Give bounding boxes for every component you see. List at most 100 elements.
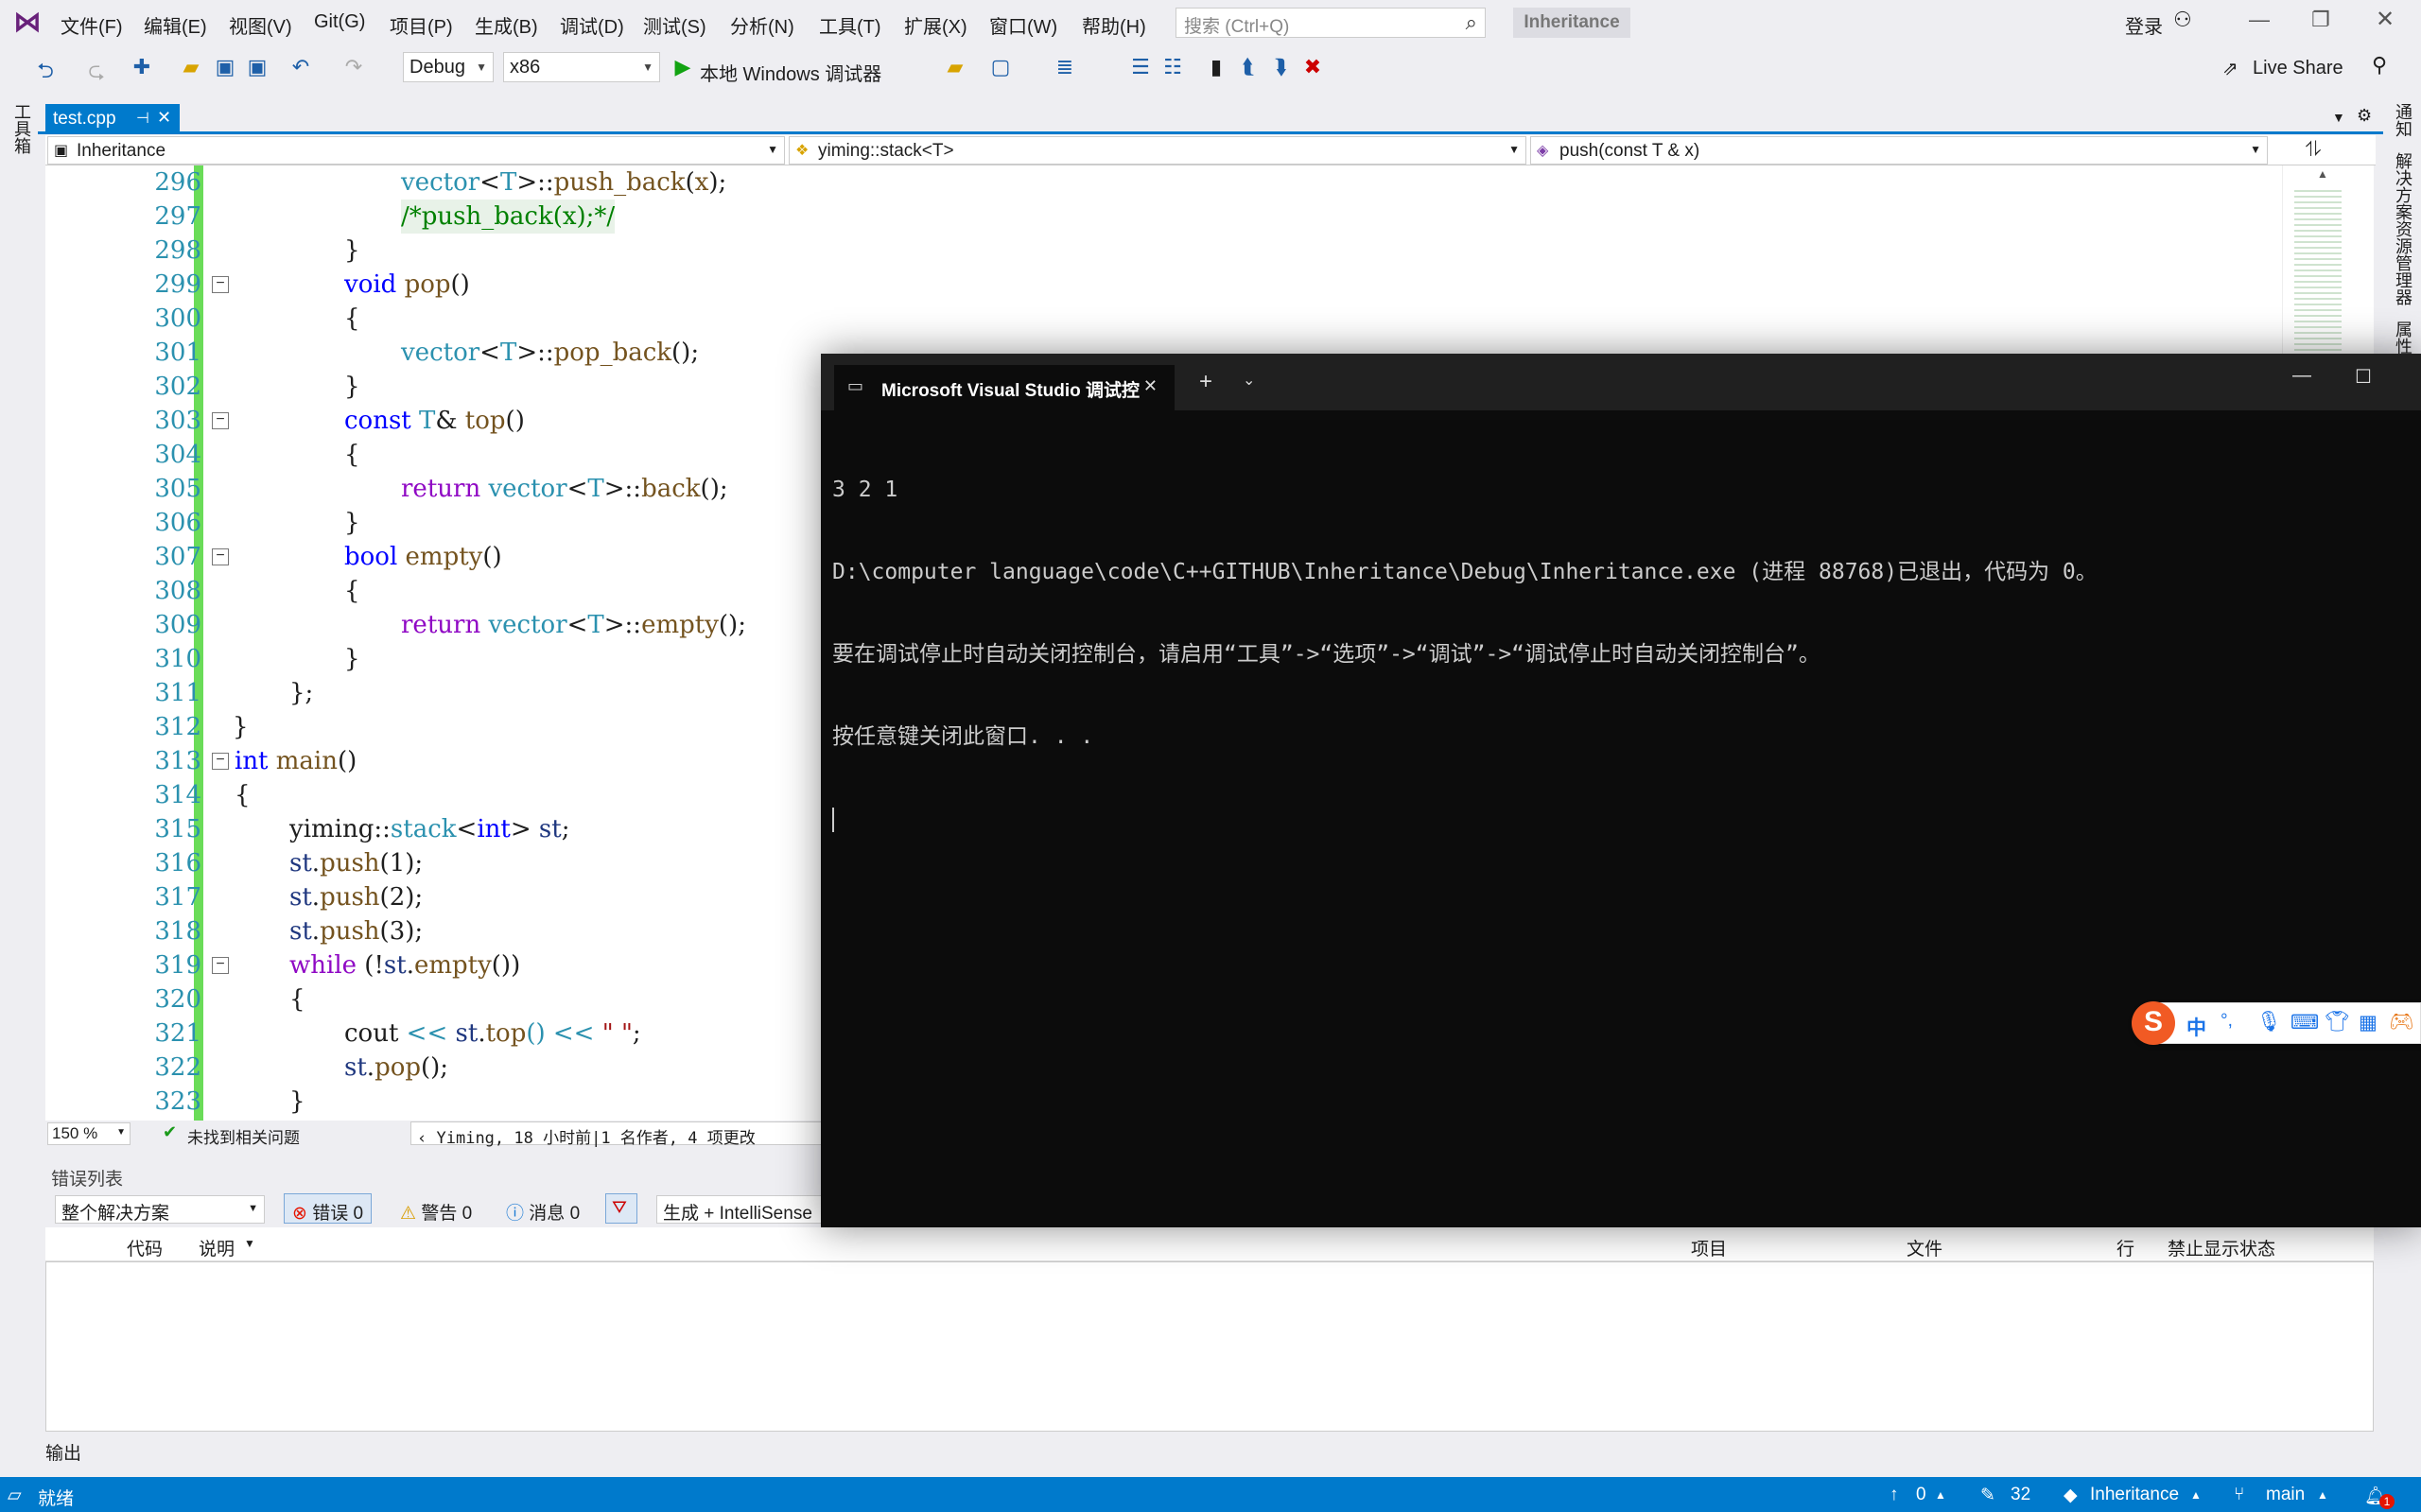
zoom-select[interactable]: 150 % ▼ bbox=[47, 1122, 131, 1145]
configuration-select[interactable]: Debug ▼ bbox=[403, 52, 494, 82]
tab-close-icon[interactable]: ✕ bbox=[157, 108, 171, 128]
vs-logo-icon[interactable]: ⋈ bbox=[13, 6, 42, 39]
menu-item[interactable]: 编辑(E) bbox=[144, 11, 207, 39]
undo-icon[interactable]: ↶ bbox=[287, 55, 314, 79]
tab-test-cpp[interactable]: test.cpp ⊣ ✕ bbox=[45, 104, 180, 134]
column-line[interactable]: 行 bbox=[2116, 1235, 2134, 1260]
pencil-icon[interactable]: ✎ bbox=[1980, 1485, 1995, 1506]
indent-icon[interactable]: ≣ bbox=[1052, 55, 1078, 79]
microphone-icon[interactable]: 🎙︎ bbox=[2256, 1011, 2282, 1034]
search-input[interactable]: 搜索 (Ctrl+Q) ⌕ bbox=[1176, 8, 1486, 38]
properties-tab[interactable]: 属性 bbox=[2391, 321, 2415, 355]
debug-console-window[interactable]: ▭ Microsoft Visual Studio 调试控 ✕ + ⌄ — ☐ … bbox=[821, 354, 2421, 1227]
menu-item[interactable]: 测试(S) bbox=[643, 11, 706, 39]
close-icon[interactable]: ✕ bbox=[2376, 6, 2395, 33]
scroll-up-icon[interactable]: ▲ bbox=[2317, 167, 2328, 181]
column-project[interactable]: 项目 bbox=[1691, 1235, 1727, 1260]
save-icon[interactable]: ▣ bbox=[212, 55, 238, 79]
column-description[interactable]: 说明 bbox=[199, 1235, 235, 1260]
menu-item[interactable]: 工具(T) bbox=[819, 11, 881, 39]
codelens-info[interactable]: ‹ Yiming, 18 小时前|1 名作者, 4 项更改 bbox=[410, 1121, 836, 1148]
run-debugger-button[interactable]: 本地 Windows 调试器 bbox=[700, 59, 881, 86]
collapse-toggle[interactable]: − bbox=[212, 412, 229, 429]
prev-bookmark-icon[interactable]: ⮬ bbox=[1235, 55, 1262, 79]
collapse-toggle[interactable]: − bbox=[212, 548, 229, 565]
live-share-icon[interactable]: ⇗ bbox=[2222, 57, 2238, 80]
filter-toggle-button[interactable]: ⛛ bbox=[605, 1193, 637, 1224]
messages-filter-button[interactable]: ⓘ 消息 0 bbox=[497, 1193, 588, 1224]
repository-name[interactable]: Inheritance bbox=[2090, 1485, 2179, 1505]
restore-icon[interactable]: ❐ bbox=[2311, 8, 2330, 32]
tab-dropdown-icon[interactable]: ⌄ bbox=[1243, 371, 1255, 390]
new-tab-icon[interactable]: + bbox=[1199, 369, 1212, 395]
issues-status[interactable]: 未找到相关问题 bbox=[187, 1124, 300, 1148]
toolbox-grid-icon[interactable]: ▦ bbox=[2359, 1011, 2377, 1034]
keyboard-icon[interactable]: ⌨ bbox=[2290, 1011, 2319, 1034]
notifications-tab[interactable]: 通知 bbox=[2391, 103, 2415, 137]
menu-item[interactable]: Git(G) bbox=[314, 11, 365, 33]
menu-item[interactable]: 调试(D) bbox=[560, 11, 624, 39]
find-icon[interactable]: ▰ bbox=[942, 55, 968, 79]
login-link[interactable]: 登录 bbox=[2125, 11, 2163, 39]
next-bookmark-icon[interactable]: ⮯ bbox=[1267, 55, 1294, 79]
comment-icon[interactable]: ☰ bbox=[1127, 55, 1154, 79]
user-icon[interactable]: ⚇ bbox=[2173, 8, 2192, 32]
menu-item[interactable]: 窗口(W) bbox=[989, 11, 1057, 39]
scope-select[interactable]: ❖ yiming::stack<T> ▼ bbox=[789, 136, 1526, 165]
back-icon[interactable]: ⮌ bbox=[32, 55, 59, 91]
menu-item[interactable]: 文件(F) bbox=[61, 11, 123, 39]
menu-item[interactable]: 项目(P) bbox=[390, 11, 453, 39]
open-icon[interactable]: ▰ bbox=[178, 55, 204, 79]
toolbox-tab[interactable]: 工具箱 bbox=[9, 103, 34, 154]
menu-item[interactable]: 帮助(H) bbox=[1082, 11, 1146, 39]
console-minimize-icon[interactable]: — bbox=[2292, 365, 2311, 387]
bookmark-icon[interactable]: ▮ bbox=[1203, 55, 1229, 79]
screenshot-icon[interactable]: ▢ bbox=[987, 55, 1014, 79]
ime-punctuation[interactable]: °, bbox=[2221, 1011, 2233, 1032]
settings-icon[interactable]: ⚙ bbox=[2357, 106, 2372, 126]
console-output[interactable]: 3 2 1 D:\computer language\code\C++GITHU… bbox=[832, 422, 2098, 887]
menu-item[interactable]: 扩展(X) bbox=[904, 11, 967, 39]
menu-item[interactable]: 分析(N) bbox=[730, 11, 794, 39]
minimize-icon[interactable]: — bbox=[2249, 8, 2270, 32]
platform-select[interactable]: x86 ▼ bbox=[503, 52, 660, 82]
changes-count[interactable]: 32 bbox=[2011, 1485, 2030, 1505]
uncomment-icon[interactable]: ☷ bbox=[1159, 55, 1186, 79]
menu-item[interactable]: 生成(B) bbox=[475, 11, 538, 39]
redo-icon[interactable]: ↷ bbox=[340, 55, 367, 79]
tab-close-icon[interactable]: ✕ bbox=[1143, 376, 1158, 396]
column-code[interactable]: 代码 bbox=[127, 1235, 163, 1260]
menu-item[interactable]: 视图(V) bbox=[229, 11, 292, 39]
new-project-icon[interactable]: ✚ bbox=[129, 55, 155, 79]
ime-language[interactable]: 中 bbox=[2186, 1013, 2206, 1041]
sogou-logo-icon[interactable]: S bbox=[2132, 1001, 2175, 1045]
project-select[interactable]: ▣ Inheritance ▼ bbox=[47, 136, 785, 165]
output-tab[interactable]: 输出 bbox=[45, 1439, 81, 1465]
collapse-toggle[interactable]: − bbox=[212, 276, 229, 293]
skin-icon[interactable]: 👕︎ bbox=[2325, 1011, 2350, 1034]
console-maximize-icon[interactable]: ☐ bbox=[2355, 365, 2372, 389]
game-icon[interactable]: 🎮︎ bbox=[2389, 1011, 2414, 1034]
branch-name[interactable]: main bbox=[2266, 1485, 2305, 1505]
solution-explorer-tab[interactable]: 解决方案资源管理器 bbox=[2391, 152, 2415, 305]
collapse-toggle[interactable]: − bbox=[212, 957, 229, 974]
collapse-toggle[interactable]: − bbox=[212, 753, 229, 770]
unpushed-count[interactable]: 0 bbox=[1916, 1485, 1926, 1505]
scope-select[interactable]: 整个解决方案 ▼ bbox=[55, 1195, 265, 1224]
save-all-icon[interactable]: ▣ bbox=[244, 55, 270, 79]
feedback-icon[interactable]: ⚲ bbox=[2372, 53, 2387, 78]
forward-icon[interactable]: ⮎ bbox=[83, 55, 110, 91]
column-file[interactable]: 文件 bbox=[1907, 1235, 1942, 1260]
column-suppression[interactable]: 禁止显示状态 bbox=[2168, 1235, 2275, 1260]
run-icon[interactable]: ▶ bbox=[670, 55, 696, 79]
arrow-up-icon[interactable]: ↑ bbox=[1890, 1485, 1899, 1505]
live-share-button[interactable]: Live Share bbox=[2253, 58, 2343, 79]
errors-filter-button[interactable]: ⊗ 错误 0 bbox=[284, 1193, 373, 1224]
clear-bookmarks-icon[interactable]: ✖ bbox=[1299, 55, 1326, 79]
warnings-filter-button[interactable]: ⚠ 警告 0 bbox=[392, 1193, 480, 1224]
pin-icon[interactable]: ⊣ bbox=[136, 109, 149, 128]
ime-toolbar[interactable]: S 中 °, 🎙︎ ⌨ 👕︎ ▦ 🎮︎ bbox=[2132, 1001, 2421, 1045]
tab-overflow-icon[interactable]: ▼ bbox=[2332, 110, 2345, 125]
member-select[interactable]: ◈ push(const T & x) ▼ bbox=[1530, 136, 2268, 165]
split-editor-icon[interactable]: ⥮ bbox=[2306, 137, 2321, 162]
